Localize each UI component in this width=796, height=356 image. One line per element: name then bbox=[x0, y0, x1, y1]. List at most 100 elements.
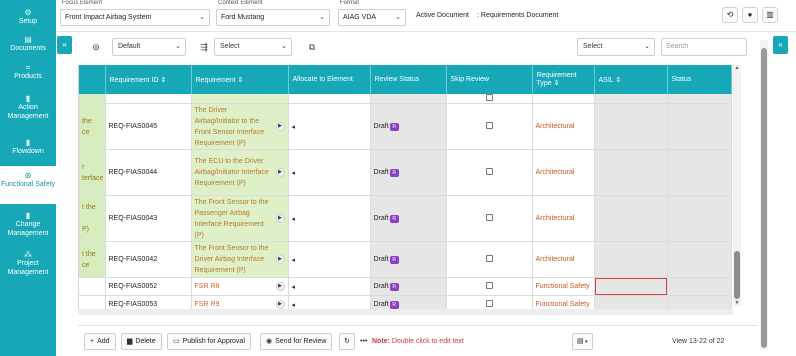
requirement-id-cell[interactable]: REQ-FIAS0052 bbox=[105, 277, 192, 296]
asil-cell[interactable] bbox=[594, 195, 668, 242]
table-row[interactable]: the ce REQ-FIAS0045 The Driver Airbag/Init… bbox=[79, 103, 732, 150]
arrow-right-icon[interactable]: ▶ bbox=[275, 213, 285, 223]
allocate-cell[interactable]: ◂ bbox=[288, 295, 371, 310]
skip-review-checkbox[interactable] bbox=[485, 94, 493, 101]
table-row[interactable]: t the ce REQ-FIAS0042 The Front Sensor to … bbox=[79, 241, 732, 278]
requirement-id-cell[interactable]: REQ-FIAS0042 bbox=[105, 241, 192, 278]
more-icon[interactable]: ••• bbox=[360, 338, 367, 345]
status-cell[interactable] bbox=[667, 94, 732, 104]
skip-review-checkbox[interactable] bbox=[485, 300, 493, 307]
arrow-right-icon[interactable]: ▶ bbox=[275, 254, 285, 264]
sidebar-item-flowdown[interactable]: ▮ Flowdown bbox=[0, 132, 56, 166]
header-requirement-type[interactable]: Requirement Type ⇕ bbox=[532, 65, 595, 94]
format-select[interactable]: AIAG VDA ⌄ bbox=[338, 9, 406, 26]
requirement-cell[interactable]: The Front Sensor to the Driver Airbag In… bbox=[191, 241, 289, 278]
delete-button[interactable]: ▆ Delete bbox=[121, 333, 162, 350]
review-status-cell[interactable] bbox=[370, 94, 447, 104]
page-scrollbar[interactable] bbox=[760, 40, 768, 350]
grid-vertical-scrollbar[interactable]: ▲ ▼ bbox=[733, 65, 741, 306]
requirement-cell[interactable]: The Front Sensor to the Passenger Airbag… bbox=[191, 195, 289, 242]
requirement-cell[interactable]: The Driver Airbag/Initiator to the Front… bbox=[191, 103, 289, 150]
grid-horizontal-scrollbar[interactable] bbox=[78, 309, 733, 315]
table-row[interactable]: r terface REQ-FIAS0044 The ECU to the Driv… bbox=[79, 149, 732, 196]
search-input[interactable]: Search bbox=[661, 38, 747, 56]
asil-cell[interactable] bbox=[594, 277, 668, 296]
scroll-down-icon[interactable]: ▼ bbox=[733, 300, 741, 306]
status-cell[interactable] bbox=[667, 295, 732, 310]
settings-toggle-button[interactable]: ⟲ bbox=[722, 7, 738, 23]
caret-left-icon[interactable]: ◂ bbox=[292, 302, 296, 309]
status-cell[interactable] bbox=[667, 195, 732, 242]
table-row[interactable] bbox=[79, 94, 732, 104]
expand-left-button[interactable]: » bbox=[57, 36, 72, 54]
review-badge-icon[interactable]: R bbox=[389, 282, 399, 291]
sidebar-item-documents[interactable]: ▤ Documents bbox=[0, 32, 56, 60]
drop-button[interactable]: ● bbox=[742, 7, 758, 23]
hierarchy-icon[interactable]: ⇶ bbox=[196, 39, 212, 55]
skip-review-checkbox[interactable] bbox=[485, 282, 493, 289]
view-select[interactable]: Default ⌄ bbox=[112, 38, 186, 56]
column-select[interactable]: Select ⌄ bbox=[577, 38, 655, 56]
caret-left-icon[interactable]: ◂ bbox=[292, 170, 296, 177]
layers-icon[interactable]: ⊜ bbox=[88, 39, 104, 55]
review-status-cell[interactable]: Draft R bbox=[370, 241, 447, 278]
review-status-cell[interactable]: Draft R bbox=[370, 277, 447, 296]
skip-review-checkbox[interactable] bbox=[485, 255, 493, 262]
skip-review-cell[interactable] bbox=[446, 241, 533, 278]
skip-review-cell[interactable] bbox=[446, 149, 533, 196]
requirement-type-cell[interactable]: Architectural bbox=[532, 195, 595, 242]
publish-button[interactable]: ▭ Publish for Approval bbox=[167, 333, 251, 350]
send-for-review-button[interactable]: ◉ Send for Review bbox=[260, 333, 333, 350]
skip-review-cell[interactable] bbox=[446, 103, 533, 150]
requirement-id-cell[interactable]: REQ-FIAS0043 bbox=[105, 195, 192, 242]
requirement-cell[interactable]: The ECU to the Driver Airbag/Initiator I… bbox=[191, 149, 289, 196]
skip-review-checkbox[interactable] bbox=[485, 122, 493, 129]
context-element-select[interactable]: Ford Mustang ⌄ bbox=[216, 9, 330, 26]
review-badge-icon[interactable]: R bbox=[389, 300, 399, 309]
arrow-right-icon[interactable]: ▶ bbox=[275, 121, 285, 131]
asil-cell[interactable] bbox=[594, 103, 668, 150]
sidebar-item-functional-safety[interactable]: ⊛ Functional Safety bbox=[0, 166, 56, 204]
status-cell[interactable] bbox=[667, 241, 732, 278]
copy-icon[interactable]: ⧉ bbox=[304, 39, 320, 55]
asil-cell[interactable] bbox=[594, 149, 668, 196]
caret-left-icon[interactable]: ◂ bbox=[292, 257, 296, 264]
skip-review-cell[interactable] bbox=[446, 277, 533, 296]
arrow-right-icon[interactable]: ▶ bbox=[275, 299, 285, 309]
arrow-right-icon[interactable]: ▶ bbox=[275, 281, 285, 291]
table-row[interactable]: REQ-FIAS0053 FSR R9 ▶ ◂ Draft R Functional Saf… bbox=[79, 295, 732, 310]
header-review-status[interactable]: Review Status bbox=[370, 65, 447, 94]
refresh-button[interactable]: ↻ bbox=[339, 333, 355, 350]
skip-review-cell[interactable] bbox=[446, 195, 533, 242]
status-cell[interactable] bbox=[667, 103, 732, 150]
requirement-id-cell[interactable] bbox=[105, 94, 192, 104]
table-row[interactable]: t the P) REQ-FIAS0043 The Front Sensor to … bbox=[79, 195, 732, 242]
review-status-cell[interactable]: Draft R bbox=[370, 195, 447, 242]
header-status[interactable]: Status bbox=[667, 65, 732, 94]
collapse-right-button[interactable]: « bbox=[773, 36, 788, 54]
requirement-id-cell[interactable]: REQ-FIAS0053 bbox=[105, 295, 192, 310]
review-badge-icon[interactable]: R bbox=[389, 168, 399, 177]
requirement-type-cell[interactable]: Architectural bbox=[532, 149, 595, 196]
requirement-type-cell[interactable]: Functional Safety bbox=[532, 295, 595, 310]
sidebar-item-action-management[interactable]: ▮ Action Management bbox=[0, 88, 56, 132]
skip-review-cell[interactable] bbox=[446, 295, 533, 310]
header-allocate[interactable]: Allocate to Element bbox=[288, 65, 371, 94]
table-row[interactable]: REQ-FIAS0052 FSR R8 ▶ ◂ Draft R Functional Saf… bbox=[79, 277, 732, 296]
focus-element-select[interactable]: Front Impact Airbag System ⌄ bbox=[60, 9, 210, 26]
sidebar-item-project-management[interactable]: ⁂ Project Management bbox=[0, 244, 56, 284]
review-status-cell[interactable]: Draft R bbox=[370, 149, 447, 196]
allocate-cell[interactable]: ◂ bbox=[288, 277, 371, 296]
review-badge-icon[interactable]: R bbox=[389, 122, 399, 131]
requirement-id-cell[interactable]: REQ-FIAS0044 bbox=[105, 149, 192, 196]
header-requirement[interactable]: Requirement ⇕ bbox=[191, 65, 289, 94]
review-badge-icon[interactable]: R bbox=[389, 214, 399, 223]
requirement-type-cell[interactable]: Architectural bbox=[532, 103, 595, 150]
allocate-cell[interactable]: ◂ bbox=[288, 103, 371, 150]
sidebar-item-products[interactable]: ⌗ Products bbox=[0, 60, 56, 88]
allocate-cell[interactable]: ◂ bbox=[288, 241, 371, 278]
header-skip-review[interactable]: Skip Review bbox=[446, 65, 533, 94]
requirement-cell[interactable]: FSR R9 ▶ bbox=[191, 295, 289, 310]
header-asil[interactable]: ASIL ⇕ bbox=[594, 65, 668, 94]
review-status-cell[interactable]: Draft R bbox=[370, 295, 447, 310]
